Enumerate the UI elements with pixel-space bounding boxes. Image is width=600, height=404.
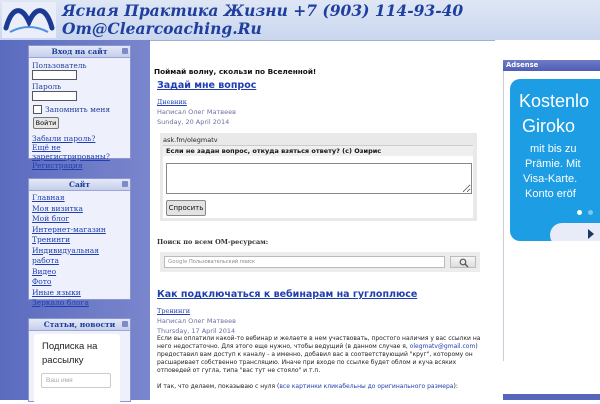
site-menu-item: Мой блог bbox=[32, 214, 127, 225]
ask-form: Если не задан вопрос, откуда взяться отв… bbox=[163, 145, 473, 218]
ask-submit-button[interactable]: Спросить bbox=[166, 200, 206, 216]
site-menu-list: Главная Моя визитка Мой блог Интернет-ма… bbox=[29, 191, 130, 311]
google-label: Google bbox=[168, 259, 188, 265]
menu-link-shop[interactable]: Интернет-магазин bbox=[32, 225, 106, 234]
remember-me-label: Запомнить меня bbox=[45, 105, 111, 114]
subscribe-placeholder: Ваш имя bbox=[46, 377, 73, 384]
ad-text-4: Konto eröf bbox=[525, 188, 576, 200]
post-meta: Написал Олег Матвеев Thursday, 17 April … bbox=[157, 316, 236, 336]
ad-headline-1: Kostenlo bbox=[519, 91, 590, 111]
post-paragraph: И так, что делаем, показываю с нуля (все… bbox=[157, 383, 487, 391]
menu-link-mirror[interactable]: Зеркало блога bbox=[32, 298, 89, 307]
password-label: Пароль bbox=[32, 82, 62, 91]
search-placeholder: Пользовательский поиск bbox=[189, 259, 256, 265]
forgot-password-link[interactable]: Забыли пароль? bbox=[32, 134, 130, 143]
post-text: ): bbox=[453, 383, 458, 390]
news-box-title: Статьи, новости bbox=[43, 320, 116, 329]
main-content: Поймай волну, скользи по Вселенной! Зада… bbox=[150, 40, 495, 400]
site-menu-box: Сайт Главная Моя визитка Мой блог Интерн… bbox=[28, 178, 131, 307]
site-menu-item: Индивидуальная работа bbox=[32, 246, 127, 267]
ad-cta-button[interactable] bbox=[550, 223, 600, 241]
login-box: Вход на сайт Пользователь Пароль Запомни… bbox=[28, 45, 131, 170]
custom-search-panel: Google Пользовательский поиск bbox=[160, 252, 480, 272]
ask-widget: ask.fm/olegmatv Если не задан вопрос, от… bbox=[160, 133, 477, 221]
site-menu-item: Интернет-магазин bbox=[32, 225, 127, 236]
site-menu-header: Сайт bbox=[29, 179, 130, 191]
twitter-header bbox=[503, 394, 600, 400]
ask-question-text: Если не задан вопрос, откуда взяться отв… bbox=[163, 145, 473, 156]
menu-link-individual[interactable]: Индивидуальная работа bbox=[32, 246, 99, 266]
menu-link-home[interactable]: Главная bbox=[32, 193, 65, 202]
search-icon bbox=[459, 258, 469, 268]
post-text: И так, что делаем, показываю с нуля ( bbox=[157, 383, 280, 390]
custom-search-input[interactable]: Google Пользовательский поиск bbox=[164, 256, 445, 268]
site-menu-item: Фото bbox=[32, 277, 127, 288]
email-link[interactable]: olegmatv@gmail.com bbox=[410, 343, 476, 350]
post-author: Написал Олег Матвеев bbox=[157, 108, 236, 116]
subscribe-card: Подписка на рассылку Ваш имя bbox=[34, 334, 120, 404]
menu-link-business-card[interactable]: Моя визитка bbox=[32, 204, 83, 213]
news-box-header: Статьи, новости bbox=[29, 319, 130, 331]
subscribe-title: Подписка на рассылку bbox=[42, 341, 98, 366]
menu-link-trainings[interactable]: Тренинги bbox=[32, 235, 70, 244]
site-header: Ясная Практика Жизни +7 (903) 114-93-40 … bbox=[0, 0, 600, 41]
ad-banner[interactable]: Kostenlo Giroko mit bis zu Prämie. Mit V… bbox=[510, 79, 600, 241]
site-menu-item: Моя визитка bbox=[32, 204, 127, 215]
post-title-webinars[interactable]: Как подключаться к вебинарам на гуглоплю… bbox=[157, 289, 417, 300]
site-menu-title: Сайт bbox=[68, 180, 91, 189]
menu-link-blog[interactable]: Мой блог bbox=[32, 214, 69, 223]
ask-question-input[interactable] bbox=[166, 163, 472, 194]
site-menu-item: Иные языки bbox=[32, 288, 127, 299]
site-menu-item: Видео bbox=[32, 267, 127, 278]
login-box-title: Вход на сайт bbox=[51, 47, 108, 56]
carousel-dot[interactable] bbox=[588, 210, 593, 215]
menu-link-video[interactable]: Видео bbox=[32, 267, 56, 276]
post-category-link[interactable]: Тренинги bbox=[157, 307, 190, 315]
site-menu-item: Тренинги bbox=[32, 235, 127, 246]
remember-me-checkbox[interactable] bbox=[33, 105, 42, 114]
ad-headline-2: Giroko bbox=[522, 116, 576, 136]
ask-handle: ask.fm/olegmatv bbox=[163, 136, 218, 144]
search-title: Поиск по всем ОМ-ресурсам: bbox=[157, 238, 269, 246]
adsense-header: Adsense bbox=[503, 60, 600, 71]
right-sidebar: Adsense Kostenlo Giroko mit bis zu Prämi… bbox=[495, 40, 600, 400]
ad-text-1: mit bis zu bbox=[530, 143, 577, 155]
post-title-ask[interactable]: Задай мне вопрос bbox=[157, 80, 256, 91]
collapse-icon[interactable] bbox=[122, 48, 128, 54]
username-label: Пользователь bbox=[32, 61, 87, 70]
site-logo-icon[interactable] bbox=[2, 2, 56, 38]
collapse-icon[interactable] bbox=[122, 321, 128, 327]
site-title-line1: Ясная Практика Жизни +7 (903) 114-93-40 bbox=[62, 1, 464, 20]
ad-area: Kostenlo Giroko mit bis zu Prämie. Mit V… bbox=[503, 71, 600, 361]
post-meta: Написал Олег Матвеев Sunday, 20 April 20… bbox=[157, 107, 236, 127]
post-author: Написал Олег Матвеев bbox=[157, 317, 236, 325]
subscribe-name-input[interactable]: Ваш имя bbox=[41, 373, 111, 388]
username-input[interactable] bbox=[32, 70, 77, 80]
clickable-images-link[interactable]: все картинки кликабельны до оригинальног… bbox=[279, 383, 453, 390]
menu-link-languages[interactable]: Иные языки bbox=[32, 288, 81, 297]
collapse-icon[interactable] bbox=[122, 181, 128, 187]
password-input[interactable] bbox=[32, 91, 77, 101]
register-link[interactable]: Регистрация bbox=[32, 161, 130, 170]
site-title[interactable]: Ясная Практика Жизни +7 (903) 114-93-40 … bbox=[62, 2, 463, 38]
login-button[interactable]: Войти bbox=[33, 117, 59, 129]
post-paragraph: Если вы оплатили какой-то вебинар и жела… bbox=[157, 335, 487, 375]
carousel-dot-active[interactable] bbox=[577, 210, 582, 215]
ad-text-3: Visa-Karte. bbox=[523, 173, 578, 185]
site-title-line2: Om@Clearcoaching.Ru bbox=[62, 19, 262, 38]
play-arrow-icon bbox=[588, 229, 594, 239]
news-box: Статьи, новости Подписка на рассылку Ваш… bbox=[28, 318, 131, 404]
login-links: Забыли пароль? Ещё не зарегистрированы? … bbox=[32, 134, 130, 170]
ad-text-2: Prämie. Mit bbox=[525, 158, 581, 170]
search-button[interactable] bbox=[450, 256, 476, 268]
post-category-link[interactable]: Дневник bbox=[157, 98, 187, 106]
post-body: Если вы оплатили какой-то вебинар и жела… bbox=[157, 335, 487, 399]
post-date: Sunday, 20 April 2014 bbox=[157, 118, 230, 126]
blog-slogan: Поймай волну, скользи по Вселенной! bbox=[154, 67, 317, 76]
not-registered-link[interactable]: Ещё не зарегистрированы? bbox=[32, 143, 130, 161]
site-menu-item: Зеркало блога bbox=[32, 298, 127, 309]
login-box-header: Вход на сайт bbox=[29, 46, 130, 58]
menu-link-photo[interactable]: Фото bbox=[32, 277, 51, 286]
site-menu-item: Главная bbox=[32, 193, 127, 204]
